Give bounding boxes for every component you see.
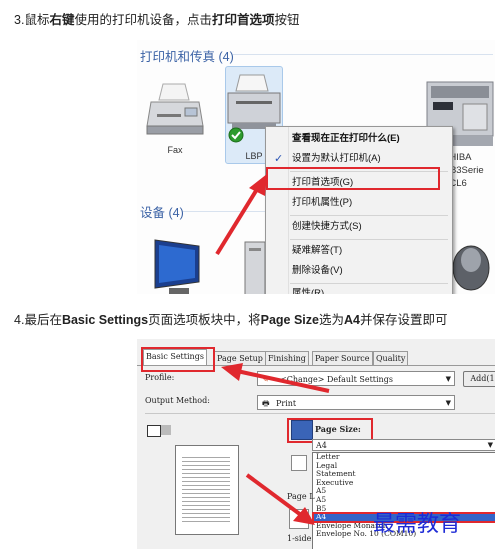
bold-text: 打印首选项 bbox=[211, 13, 275, 27]
page-size-option[interactable]: Letter bbox=[313, 452, 495, 462]
mouse-device[interactable] bbox=[447, 240, 495, 294]
output-method-label: Output Method: bbox=[145, 396, 210, 405]
step-number: 3. bbox=[14, 13, 25, 27]
page-size-option[interactable]: A5 bbox=[313, 495, 495, 505]
bold-text: 右键 bbox=[49, 13, 75, 27]
page-size-value: A4 bbox=[316, 441, 327, 450]
text: 选为 bbox=[318, 313, 344, 327]
text: 使用的打印机设备，点击 bbox=[74, 13, 212, 27]
checkmark-icon: ✓ bbox=[274, 153, 284, 165]
red-arrow-icon bbox=[221, 363, 330, 393]
default-check-icon bbox=[228, 127, 244, 148]
page-size-option[interactable]: Executive bbox=[313, 478, 495, 488]
context-menu: 查看现在正在打印什么(E) ✓ 设置为默认打印机(A) 打印首选项(G) 打印机… bbox=[265, 126, 453, 294]
menu-item-label: 设置为默认打印机(A) bbox=[292, 153, 381, 164]
bold-text: Page Size bbox=[260, 313, 319, 327]
text: 页面选项板块中，将 bbox=[148, 313, 261, 327]
tab-quality[interactable]: Quality bbox=[373, 351, 409, 365]
page-preview bbox=[175, 445, 239, 535]
group-divider bbox=[233, 54, 493, 55]
step-number: 4. bbox=[14, 313, 25, 327]
watermark-logo: 最需教育 bbox=[373, 512, 462, 537]
monitor-icon bbox=[154, 239, 200, 294]
menu-separator bbox=[290, 239, 448, 240]
page-size-select[interactable]: A4 ▼ bbox=[312, 439, 495, 451]
profile-label: Profile: bbox=[145, 373, 175, 382]
view-toggle-icon[interactable] bbox=[147, 425, 161, 437]
preview-lines bbox=[182, 454, 230, 524]
device-label: Fax bbox=[167, 145, 183, 155]
highlight-box bbox=[141, 347, 215, 372]
red-arrow-icon bbox=[215, 174, 267, 256]
chevron-down-icon: ▼ bbox=[487, 441, 493, 449]
highlight-box bbox=[266, 167, 440, 190]
bold-text: Basic Settings bbox=[61, 313, 149, 327]
menu-item-printer-properties[interactable]: 打印机属性(P) bbox=[266, 193, 452, 213]
sided-label: 1-side bbox=[287, 534, 312, 543]
monitor-device[interactable] bbox=[149, 236, 207, 294]
menu-item-create-shortcut[interactable]: 创建快捷方式(S) bbox=[266, 217, 452, 237]
red-arrow-icon bbox=[245, 473, 315, 525]
menu-item-troubleshoot[interactable]: 疑难解答(T) bbox=[266, 241, 452, 261]
menu-item-see-whats-printing[interactable]: 查看现在正在打印什么(E) bbox=[266, 129, 452, 149]
mouse-icon bbox=[452, 245, 490, 291]
page-size-option[interactable]: A5 bbox=[313, 487, 495, 496]
text: 按钮 bbox=[274, 13, 300, 27]
bold-text: A4 bbox=[344, 313, 360, 327]
add-button[interactable]: Add(1) bbox=[463, 371, 495, 387]
menu-item-remove-device[interactable]: 删除设备(V) bbox=[266, 261, 452, 281]
printers-group-title[interactable]: 打印机和传真 (4) bbox=[140, 46, 234, 65]
printer-small-icon bbox=[161, 425, 171, 435]
device-label: LBP bbox=[245, 151, 263, 161]
text: 并保存设置即可 bbox=[359, 313, 448, 327]
menu-separator bbox=[290, 215, 448, 216]
devices-and-printers-window: 打印机和传真 (4) Fax LBP SHIBA /283Serie PCL6 … bbox=[137, 40, 495, 294]
chevron-down-icon: ▼ bbox=[445, 399, 451, 407]
menu-item-set-default[interactable]: ✓ 设置为默认打印机(A) bbox=[266, 149, 452, 169]
fax-device[interactable]: Fax bbox=[145, 80, 205, 155]
chevron-down-icon: ▼ bbox=[445, 375, 451, 383]
step-3-instruction: 3.鼠标右键使用的打印机设备，点击打印首选项按钮 bbox=[14, 9, 300, 28]
step-4-instruction: 4.最后在Basic Settings页面选项板块中，将Page Size选为A… bbox=[14, 309, 448, 328]
fax-icon bbox=[146, 83, 204, 135]
devices-group-title[interactable]: 设备 (4) bbox=[140, 202, 184, 221]
menu-item-properties[interactable]: 属性(R) bbox=[266, 284, 452, 294]
divider bbox=[145, 413, 495, 414]
text: 鼠标 bbox=[24, 13, 50, 27]
print-preferences-dialog: Basic Settings Page Setup Finishing Pape… bbox=[137, 339, 495, 549]
text: 最后在 bbox=[24, 313, 62, 327]
